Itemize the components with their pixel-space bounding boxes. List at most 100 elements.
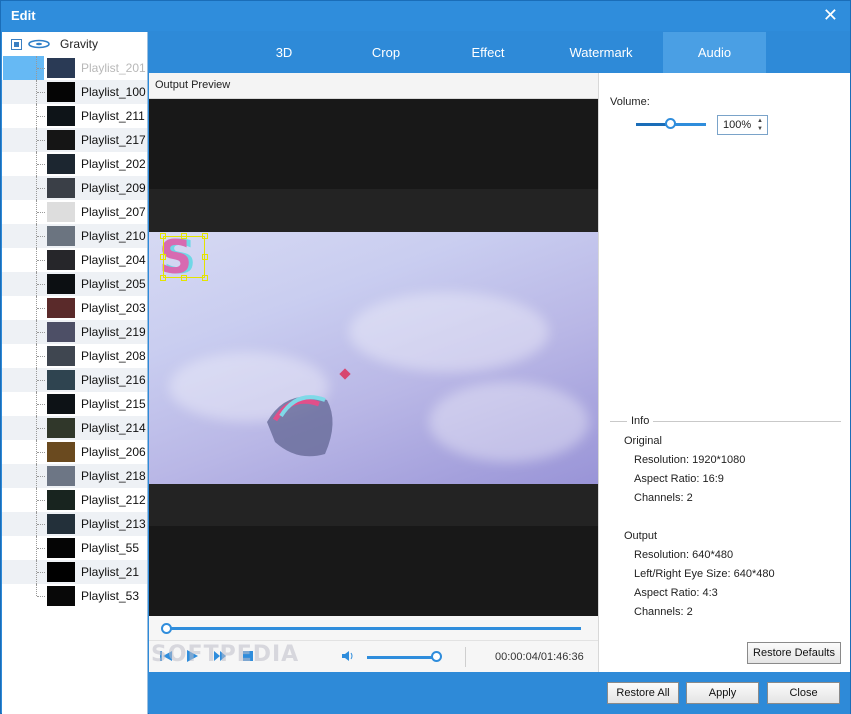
output-resolution: Resolution: 640*480 [634, 549, 734, 561]
tree-item-thumbnail [47, 226, 75, 246]
controls-divider [465, 647, 466, 667]
tree-item[interactable]: Playlist_215 [2, 392, 147, 416]
player-volume-handle[interactable] [431, 651, 442, 662]
tree-item-thumbnail [47, 298, 75, 318]
tree-item[interactable]: Playlist_216 [2, 368, 147, 392]
seek-handle[interactable] [161, 623, 172, 634]
tree-item-thumbnail [47, 514, 75, 534]
tree-item-thumbnail [47, 394, 75, 414]
tree-item-label: Playlist_209 [81, 181, 146, 195]
tree-item[interactable]: Playlist_207 [2, 200, 147, 224]
tree-item[interactable]: Playlist_209 [2, 176, 147, 200]
tree-item-label: Playlist_203 [81, 301, 146, 315]
tree-item[interactable]: Playlist_55 [2, 536, 147, 560]
tree-root-label: Gravity [60, 37, 99, 51]
tree-collapse-icon[interactable] [11, 39, 22, 50]
volume-label: Volume: [610, 96, 650, 108]
spinner-arrows-icon[interactable]: ▲ ▼ [757, 117, 765, 133]
tab-crop[interactable]: Crop [341, 32, 431, 73]
player-volume-track[interactable] [367, 656, 437, 659]
tree-item[interactable]: Playlist_214 [2, 416, 147, 440]
tree-item-thumbnail [47, 490, 75, 510]
tree-item-thumbnail [47, 322, 75, 342]
tree-item-thumbnail [47, 562, 75, 582]
original-resolution: Resolution: 1920*1080 [634, 454, 746, 466]
info-title: Info [627, 415, 654, 427]
window-title: Edit [11, 8, 36, 23]
original-channels: Channels: 2 [634, 492, 693, 504]
tab-bar: 3D Crop Effect Watermark Audio [149, 32, 850, 73]
output-heading: Output [624, 530, 658, 542]
tree-item[interactable]: Playlist_219 [2, 320, 147, 344]
title-bar: Edit ✕ [1, 1, 850, 31]
watermark-overlay[interactable]: S [159, 230, 208, 284]
tree-item[interactable]: Playlist_202 [2, 152, 147, 176]
tree-item[interactable]: Playlist_21 [2, 560, 147, 584]
playlist-tree: Gravity Playlist_201 Playlist_100 Playlist… [2, 32, 148, 714]
tree-item-thumbnail [47, 58, 75, 78]
volume-value: 100% [723, 119, 752, 131]
tree-item[interactable]: Playlist_53 [2, 584, 147, 608]
audio-panel: Volume: 100% ▲ ▼ Info Original Resolution… [598, 73, 850, 672]
preview-title: Output Preview [155, 79, 231, 91]
tree-root-gravity[interactable]: Gravity [2, 32, 147, 56]
tree-item-label: Playlist_206 [81, 445, 146, 459]
seek-bar[interactable] [149, 616, 598, 640]
debris-image [267, 395, 333, 457]
tab-audio[interactable]: Audio [663, 32, 766, 73]
tree-item[interactable]: Playlist_211 [2, 104, 147, 128]
softpedia-overlay: SOFTPEDIA [151, 642, 300, 667]
tree-item-label: Playlist_53 [81, 589, 140, 603]
tab-watermark[interactable]: Watermark [546, 32, 656, 73]
volume-spinbox[interactable]: 100% ▲ ▼ [717, 115, 768, 135]
tree-item-thumbnail [47, 538, 75, 558]
volume-slider-handle[interactable] [665, 118, 676, 129]
original-aspect-ratio: Aspect Ratio: 16:9 [634, 473, 724, 485]
tree-item[interactable]: Playlist_206 [2, 440, 147, 464]
tree-item-label: Playlist_205 [81, 277, 146, 291]
video-preview[interactable]: S [149, 99, 598, 616]
tree-item[interactable]: Playlist_205 [2, 272, 147, 296]
tree-item-label: Playlist_219 [81, 325, 146, 339]
tree-item-thumbnail [47, 82, 75, 102]
restore-defaults-button[interactable]: Restore Defaults [747, 642, 841, 664]
tree-item[interactable]: Playlist_218 [2, 464, 147, 488]
tree-item[interactable]: Playlist_204 [2, 248, 147, 272]
tree-item-label: Playlist_216 [81, 373, 146, 387]
tree-item-label: Playlist_201 [81, 61, 146, 75]
tree-item-thumbnail [47, 250, 75, 270]
apply-button[interactable]: Apply [686, 682, 759, 704]
tree-item[interactable]: Playlist_208 [2, 344, 147, 368]
tree-item-thumbnail [47, 586, 75, 606]
tree-item-label: Playlist_204 [81, 253, 146, 267]
tree-item[interactable]: Playlist_100 [2, 80, 147, 104]
tab-effect[interactable]: Effect [443, 32, 533, 73]
close-button[interactable]: Close [767, 682, 840, 704]
seek-track[interactable] [165, 627, 581, 630]
tree-item-thumbnail [47, 466, 75, 486]
tree-item[interactable]: Playlist_210 [2, 224, 147, 248]
tree-item-label: Playlist_55 [81, 541, 140, 555]
speaker-icon[interactable] [341, 649, 355, 663]
tab-3d[interactable]: 3D [239, 32, 329, 73]
tree-item-label: Playlist_217 [81, 133, 146, 147]
tree-item[interactable]: Playlist_213 [2, 512, 147, 536]
tree-item-label: Playlist_215 [81, 397, 146, 411]
tree-item-thumbnail [47, 130, 75, 150]
tree-item[interactable]: Playlist_201 [2, 56, 147, 80]
tree-item-label: Playlist_218 [81, 469, 146, 483]
tree-item-thumbnail [47, 274, 75, 294]
bluray-disc-icon [28, 39, 50, 49]
edit-window: Edit ✕ Gravity Playlist_201 Playlist_100 P… [0, 0, 851, 714]
tree-item[interactable]: Playlist_212 [2, 488, 147, 512]
tree-item-label: Playlist_202 [81, 157, 146, 171]
tree-item-thumbnail [47, 442, 75, 462]
tree-item-label: Playlist_207 [81, 205, 146, 219]
tree-item-label: Playlist_208 [81, 349, 146, 363]
restore-all-button[interactable]: Restore All [607, 682, 679, 704]
tree-item[interactable]: Playlist_217 [2, 128, 147, 152]
tree-item[interactable]: Playlist_203 [2, 296, 147, 320]
tree-item-label: Playlist_212 [81, 493, 146, 507]
close-icon[interactable]: ✕ [823, 5, 838, 25]
preview-header: Output Preview [149, 73, 598, 99]
